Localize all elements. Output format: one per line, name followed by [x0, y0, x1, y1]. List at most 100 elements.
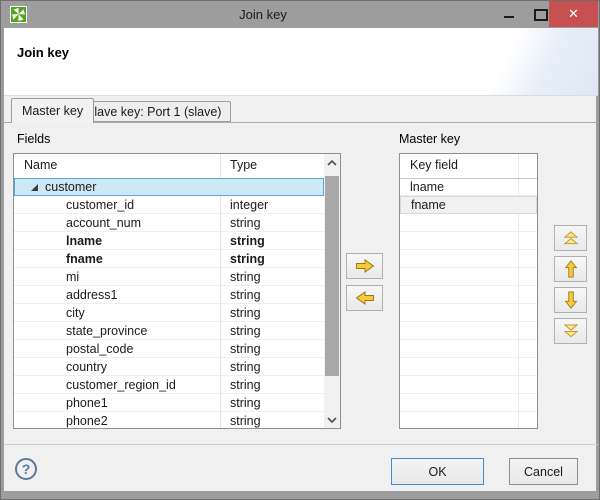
empty-row — [400, 340, 537, 358]
fields-table-header: Name Type — [14, 154, 340, 179]
window-title: Join key — [1, 1, 525, 28]
field-type: string — [220, 216, 261, 230]
field-name: account_num — [14, 216, 220, 230]
field-name: city — [14, 306, 220, 320]
field-row[interactable]: phone1string — [14, 394, 324, 412]
titlebar[interactable]: Join key ✕ — [1, 1, 600, 28]
field-name: postal_code — [14, 342, 220, 356]
field-type: string — [220, 414, 261, 428]
empty-row — [400, 250, 537, 268]
key-field-row[interactable]: fname — [400, 196, 537, 214]
join-key-dialog: Join key ✕ Join key Master key Slave key… — [0, 0, 600, 500]
tab-master-key[interactable]: Master key — [11, 98, 94, 123]
move-bottom-button[interactable] — [554, 318, 587, 344]
dialog-title: Join key — [17, 45, 69, 60]
empty-row — [400, 232, 537, 250]
field-row[interactable]: account_numstring — [14, 214, 324, 232]
footer-separator — [4, 444, 598, 445]
field-row[interactable]: state_provincestring — [14, 322, 324, 340]
ok-button[interactable]: OK — [391, 458, 484, 485]
field-name: mi — [14, 270, 220, 284]
maximize-icon — [534, 9, 548, 21]
field-row[interactable]: phone2string — [14, 412, 324, 428]
fields-label: Fields — [17, 132, 50, 146]
column-header-type: Type — [230, 158, 257, 172]
field-name: address1 — [14, 288, 220, 302]
field-row[interactable]: countrystring — [14, 358, 324, 376]
dialog-header: Join key — [4, 28, 598, 96]
arrow-down-icon — [564, 291, 578, 309]
fields-scrollbar[interactable] — [324, 154, 340, 428]
field-row[interactable]: address1string — [14, 286, 324, 304]
double-chevron-up-icon — [563, 231, 579, 245]
master-key-table-header: Key field — [400, 154, 537, 179]
field-type: string — [220, 324, 261, 338]
field-type: string — [220, 360, 261, 374]
field-row[interactable]: lnamestring — [14, 232, 324, 250]
master-key-table-body: lnamefname — [400, 178, 537, 428]
field-row[interactable]: postal_codestring — [14, 340, 324, 358]
field-type: string — [220, 252, 265, 266]
empty-row — [400, 304, 537, 322]
close-icon: ✕ — [568, 6, 579, 22]
arrow-up-icon — [564, 260, 578, 278]
tab-slave-key[interactable]: Slave key: Port 1 (slave) — [76, 101, 231, 122]
add-key-button[interactable] — [346, 253, 383, 279]
field-row[interactable]: citystring — [14, 304, 324, 322]
field-row[interactable]: customer_idinteger — [14, 196, 324, 214]
tree-expander-icon[interactable] — [30, 183, 39, 192]
double-chevron-down-icon — [563, 324, 579, 338]
field-name: customer_region_id — [14, 378, 220, 392]
remove-key-button[interactable] — [346, 285, 383, 311]
cancel-button[interactable]: Cancel — [509, 458, 578, 485]
help-icon: ? — [22, 461, 31, 477]
empty-row — [400, 358, 537, 376]
field-row[interactable]: fnamestring — [14, 250, 324, 268]
arrow-left-icon — [355, 291, 375, 305]
tree-row-customer[interactable]: customer — [14, 178, 324, 196]
move-top-button[interactable] — [554, 225, 587, 251]
scrollbar-up-icon[interactable] — [324, 154, 340, 171]
scrollbar-down-icon[interactable] — [324, 411, 340, 428]
key-field-row[interactable]: lname — [400, 178, 537, 196]
field-type: string — [220, 234, 265, 248]
tab-strip: Master key Slave key: Port 1 (slave) — [4, 95, 598, 123]
minimize-icon — [504, 16, 514, 18]
empty-row — [400, 286, 537, 304]
master-key-table: Key field lnamefname — [399, 153, 538, 429]
fields-table-body: customer customer_idintegeraccount_numst… — [14, 178, 324, 428]
scrollbar-thumb[interactable] — [325, 176, 339, 376]
tree-row-label: customer — [15, 180, 221, 194]
minimize-button[interactable] — [493, 1, 525, 27]
close-button[interactable]: ✕ — [549, 1, 598, 27]
empty-row — [400, 394, 537, 412]
empty-row — [400, 268, 537, 286]
field-type: string — [220, 288, 261, 302]
empty-row — [400, 322, 537, 340]
empty-row — [400, 376, 537, 394]
field-type: integer — [220, 198, 268, 212]
field-name: country — [14, 360, 220, 374]
field-type: string — [220, 270, 261, 284]
field-name: lname — [14, 234, 220, 248]
field-name: state_province — [14, 324, 220, 338]
column-header-key-field: Key field — [410, 158, 458, 172]
field-name: phone2 — [14, 414, 220, 428]
move-down-button[interactable] — [554, 287, 587, 313]
arrow-right-icon — [355, 259, 375, 273]
master-key-label: Master key — [399, 132, 460, 146]
field-type: string — [220, 342, 261, 356]
fields-table: Name Type customer customer_idintegeracc… — [13, 153, 341, 429]
field-type: string — [220, 378, 261, 392]
field-name: customer_id — [14, 198, 220, 212]
field-type: string — [220, 306, 261, 320]
window-border-bottom — [1, 491, 599, 499]
column-header-name: Name — [24, 158, 57, 172]
field-type: string — [220, 396, 261, 410]
move-up-button[interactable] — [554, 256, 587, 282]
field-row[interactable]: mistring — [14, 268, 324, 286]
help-button[interactable]: ? — [15, 458, 37, 480]
field-row[interactable]: customer_region_idstring — [14, 376, 324, 394]
field-name: fname — [14, 252, 220, 266]
field-name: phone1 — [14, 396, 220, 410]
